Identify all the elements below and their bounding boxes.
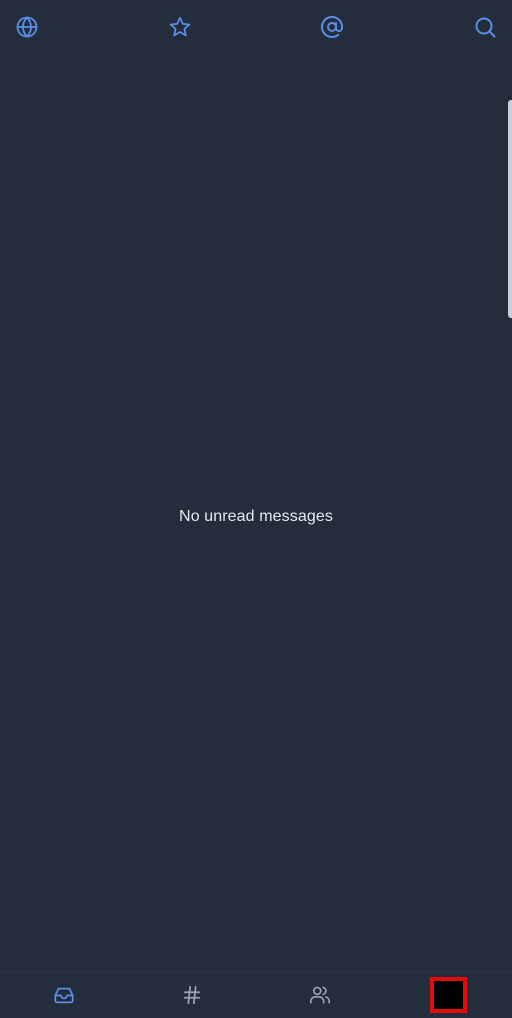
tab-people[interactable] [305,980,335,1010]
inbox-icon [54,987,74,1004]
people-icon [310,986,330,1004]
tab-inbox[interactable] [49,980,79,1010]
avatar[interactable] [430,977,467,1013]
star-icon[interactable] [166,13,194,41]
search-icon[interactable] [471,13,499,41]
hash-icon [183,985,201,1005]
scrollbar-thumb[interactable] [508,100,512,318]
empty-state-message: No unread messages [179,508,333,525]
bottom-navigation-bar [0,971,512,1018]
top-navigation-bar [0,0,512,56]
at-sign-icon[interactable] [318,13,346,41]
globe-icon[interactable] [13,13,41,41]
scrollbar[interactable] [508,100,512,318]
tab-streams[interactable] [177,980,207,1010]
